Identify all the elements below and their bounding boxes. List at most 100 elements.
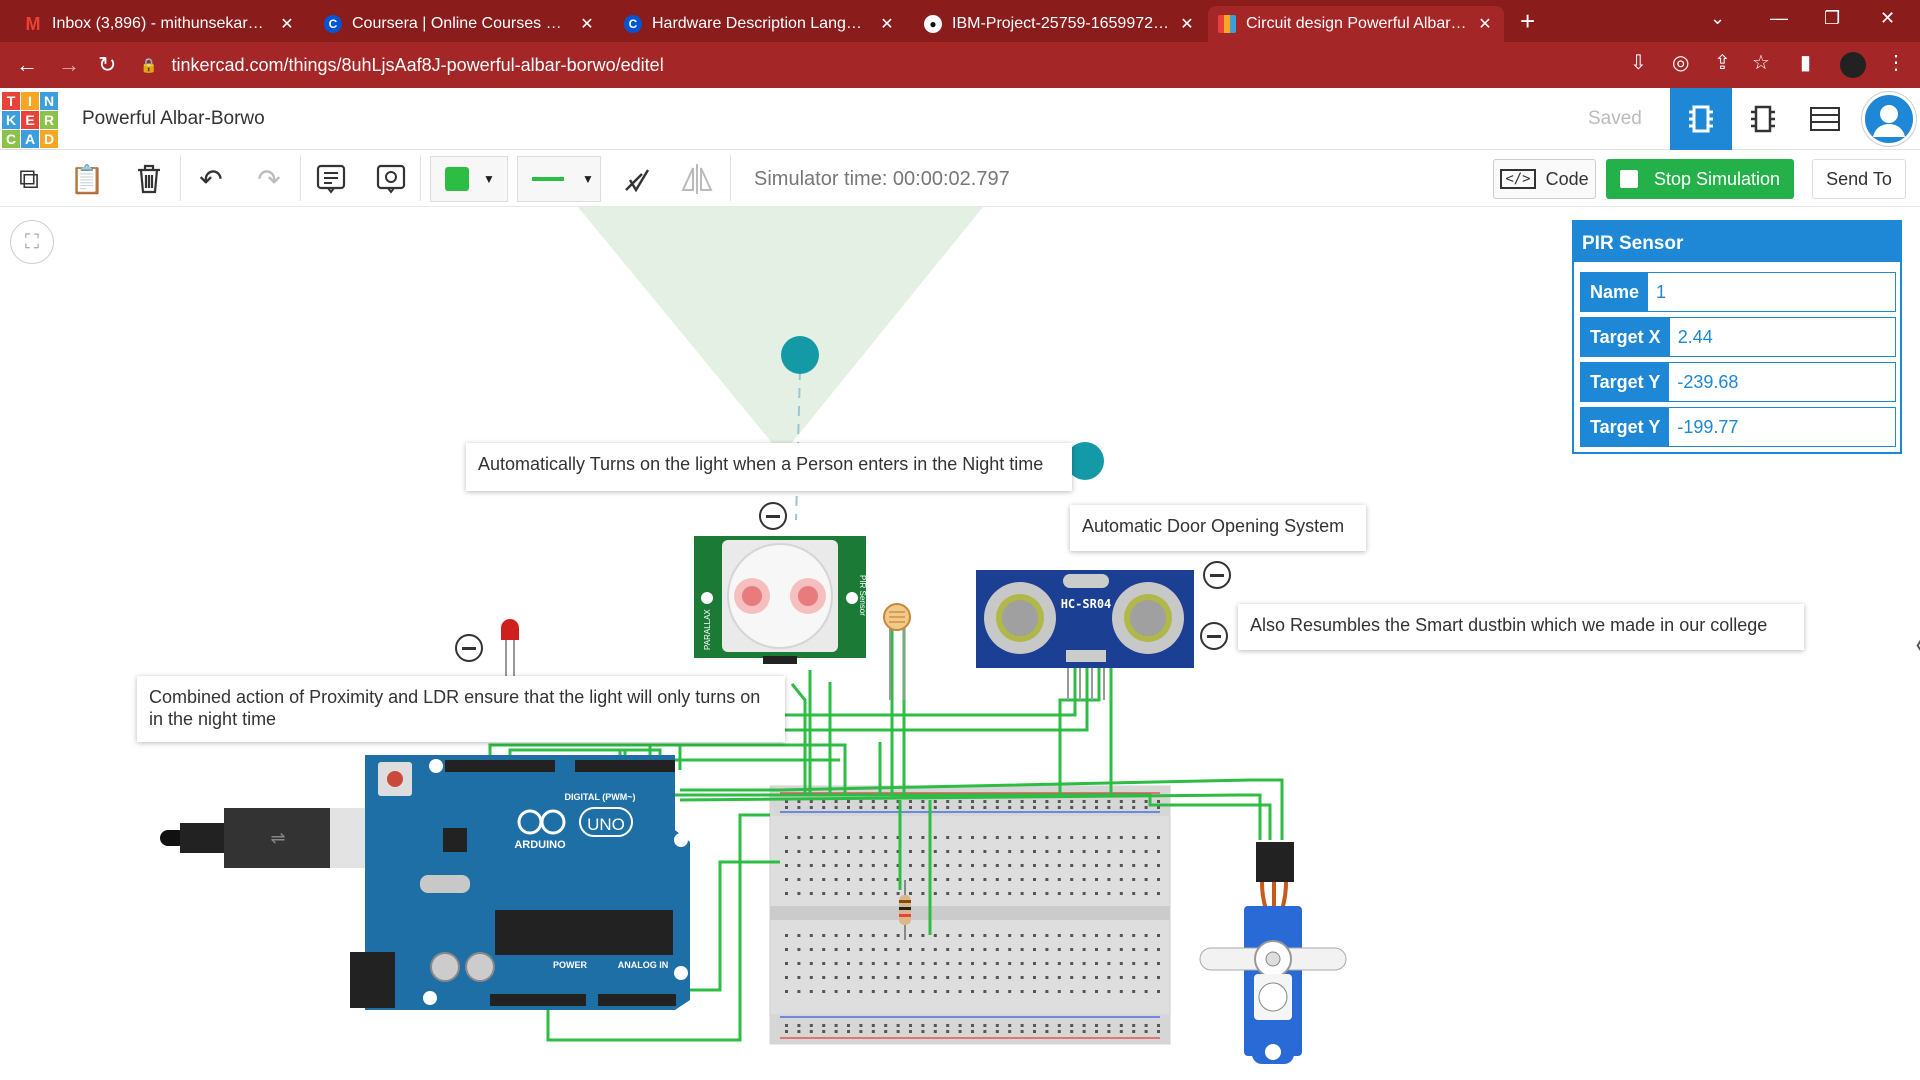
breadboard-hole	[871, 962, 875, 965]
notes-visibility-button[interactable]	[372, 160, 410, 198]
menu-icon[interactable]: ⋮	[1886, 50, 1906, 75]
eye-off-icon[interactable]: ◎	[1672, 50, 1689, 75]
note-collapse-icon[interactable]	[759, 502, 787, 530]
breadboard-hole	[1057, 836, 1061, 839]
inspector-value-input[interactable]: -239.68	[1669, 363, 1895, 401]
breadboard-hole	[809, 1030, 813, 1033]
breadboard-hole	[971, 962, 974, 965]
pir-sensor[interactable]	[694, 536, 866, 664]
breadboard-hole	[785, 962, 788, 965]
close-icon[interactable]: ✕	[578, 14, 596, 34]
minimize-icon[interactable]: —	[1770, 8, 1788, 29]
tab-hdl[interactable]: C Hardware Description Languages ✕	[614, 6, 906, 42]
note-ldr[interactable]: Combined action of Proximity and LDR ens…	[137, 676, 785, 742]
tab-github[interactable]: ● IBM-Project-25759-1659972696/ ✕	[914, 6, 1206, 42]
breadboard-hole	[884, 962, 888, 965]
breadboard-hole	[933, 892, 937, 895]
note-collapse-icon[interactable]	[1200, 622, 1228, 650]
note-door[interactable]: Automatic Door Opening System	[1070, 505, 1366, 551]
reload-icon[interactable]: ↻	[98, 52, 116, 78]
pir-target-handle[interactable]	[781, 336, 819, 374]
schematic-view-button[interactable]	[1732, 88, 1794, 150]
note-dustbin[interactable]: Also Resumbles the Smart dustbin which w…	[1238, 604, 1804, 650]
tab-search-icon[interactable]: ⌄	[1710, 8, 1725, 29]
close-icon[interactable]: ✕	[278, 14, 296, 34]
note-collapse-icon[interactable]	[1203, 561, 1231, 589]
ultrasonic-sensor[interactable]	[976, 570, 1194, 700]
undo-button[interactable]: ↶	[192, 160, 230, 198]
new-tab-icon[interactable]: +	[1520, 8, 1535, 34]
tinkercad-logo[interactable]: T I N K E R C A D	[2, 92, 58, 148]
red-led[interactable]	[501, 619, 519, 680]
inspector-value-input[interactable]: 2.44	[1670, 318, 1895, 356]
bookmark-star-icon[interactable]: ☆	[1752, 50, 1770, 75]
design-title[interactable]: Powerful Albar-Borwo	[82, 108, 265, 130]
close-icon[interactable]: ✕	[1476, 14, 1494, 34]
breadboard-hole	[1008, 878, 1012, 881]
flip-button[interactable]	[678, 160, 716, 198]
servo-motor[interactable]	[1199, 842, 1347, 1064]
wire-type-dropdown[interactable]: ▼	[517, 156, 601, 202]
close-window-icon[interactable]: ✕	[1880, 8, 1895, 29]
wire-color-dropdown[interactable]: ▼	[430, 156, 508, 202]
note-collapse-icon[interactable]	[455, 634, 483, 662]
code-button[interactable]: </> Code	[1493, 159, 1596, 199]
breadboard-hole	[859, 864, 863, 867]
toolbar-divider	[180, 155, 181, 201]
send-to-button[interactable]: Send To	[1812, 159, 1906, 199]
back-icon[interactable]: ←	[16, 52, 38, 78]
redo-button[interactable]: ↷	[250, 160, 288, 198]
share-icon[interactable]: ⇪	[1714, 50, 1731, 75]
profile-icon[interactable]	[1840, 52, 1866, 78]
tab-tinkercad[interactable]: Circuit design Powerful Albar-Bor ✕	[1208, 6, 1504, 42]
tab-gmail[interactable]: M Inbox (3,896) - mithunsekar14@g ✕	[14, 6, 306, 42]
side-panel-toggle-icon[interactable]: 〈	[1900, 625, 1920, 665]
inspector-row-target-x[interactable]: Target X 2.44	[1580, 317, 1896, 357]
inspector-value-input[interactable]: -199.77	[1669, 408, 1895, 446]
side-panel-icon[interactable]: ▮	[1800, 50, 1811, 75]
delete-button[interactable]	[130, 160, 168, 198]
inspector-value-input[interactable]: 1	[1648, 273, 1895, 311]
components-list-button[interactable]	[1794, 88, 1856, 150]
logo-letter: T	[2, 92, 20, 110]
notes-button[interactable]	[312, 160, 350, 198]
fit-view-button[interactable]: ⛶	[10, 220, 54, 264]
breadboard-hole	[847, 934, 850, 937]
breadboard-hole	[1057, 934, 1061, 937]
copy-button[interactable]: ⧉	[10, 160, 48, 198]
breadboard-hole	[847, 864, 850, 867]
url-field[interactable]: 🔒 tinkercad.com/things/8uhLjsAaf8J-power…	[140, 52, 1580, 78]
breadboard-hole	[909, 976, 912, 979]
forward-icon[interactable]: →	[58, 52, 80, 78]
breadboard-hole	[797, 800, 801, 803]
breadboard-hole	[847, 1024, 850, 1027]
tinkercad-icon	[1218, 15, 1236, 33]
breadboard[interactable]	[769, 785, 1171, 1045]
rotate-button[interactable]	[618, 160, 656, 198]
breadboard-hole	[1020, 878, 1024, 881]
paste-button[interactable]: 📋	[68, 160, 106, 198]
breadboard-hole	[809, 878, 813, 881]
breadboard-hole	[1070, 934, 1074, 937]
close-icon[interactable]: ✕	[1178, 14, 1196, 34]
breadboard-hole	[785, 1024, 788, 1027]
tab-coursera[interactable]: C Coursera | Online Courses & Cred ✕	[314, 6, 606, 42]
close-icon[interactable]: ✕	[878, 14, 896, 34]
breadboard-hole	[834, 962, 838, 965]
breadboard-hole	[946, 850, 950, 853]
breadboard-hole	[909, 1030, 912, 1033]
avatar[interactable]	[1862, 92, 1916, 146]
arduino-uno[interactable]	[350, 755, 690, 1010]
breadboard-hole	[1095, 934, 1098, 937]
note-pir[interactable]: Automatically Turns on the light when a …	[466, 443, 1072, 491]
circuit-view-button[interactable]	[1670, 88, 1732, 150]
install-icon[interactable]: ⇩	[1630, 50, 1647, 75]
breadboard-hole	[847, 1030, 850, 1033]
inspector-row-name[interactable]: Name 1	[1580, 272, 1896, 312]
photoresistor[interactable]	[883, 603, 911, 700]
stop-simulation-button[interactable]: Stop Simulation	[1606, 159, 1794, 199]
inspector-row-target-y-2[interactable]: Target Y -199.77	[1580, 407, 1896, 447]
breadboard-hole	[1132, 892, 1136, 895]
inspector-row-target-y[interactable]: Target Y -239.68	[1580, 362, 1896, 402]
restore-icon[interactable]: ❐	[1824, 8, 1840, 29]
